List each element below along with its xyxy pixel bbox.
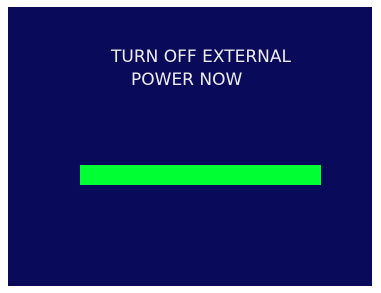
display-bezel: TURN OFF EXTERNAL POWER NOW <box>0 0 381 293</box>
device-screen: TURN OFF EXTERNAL POWER NOW <box>8 7 372 286</box>
message-line-1: TURN OFF EXTERNAL <box>111 47 291 67</box>
progress-bar <box>80 165 321 185</box>
progress-bar-fill <box>80 165 321 185</box>
message-line-2: POWER NOW <box>131 70 243 90</box>
